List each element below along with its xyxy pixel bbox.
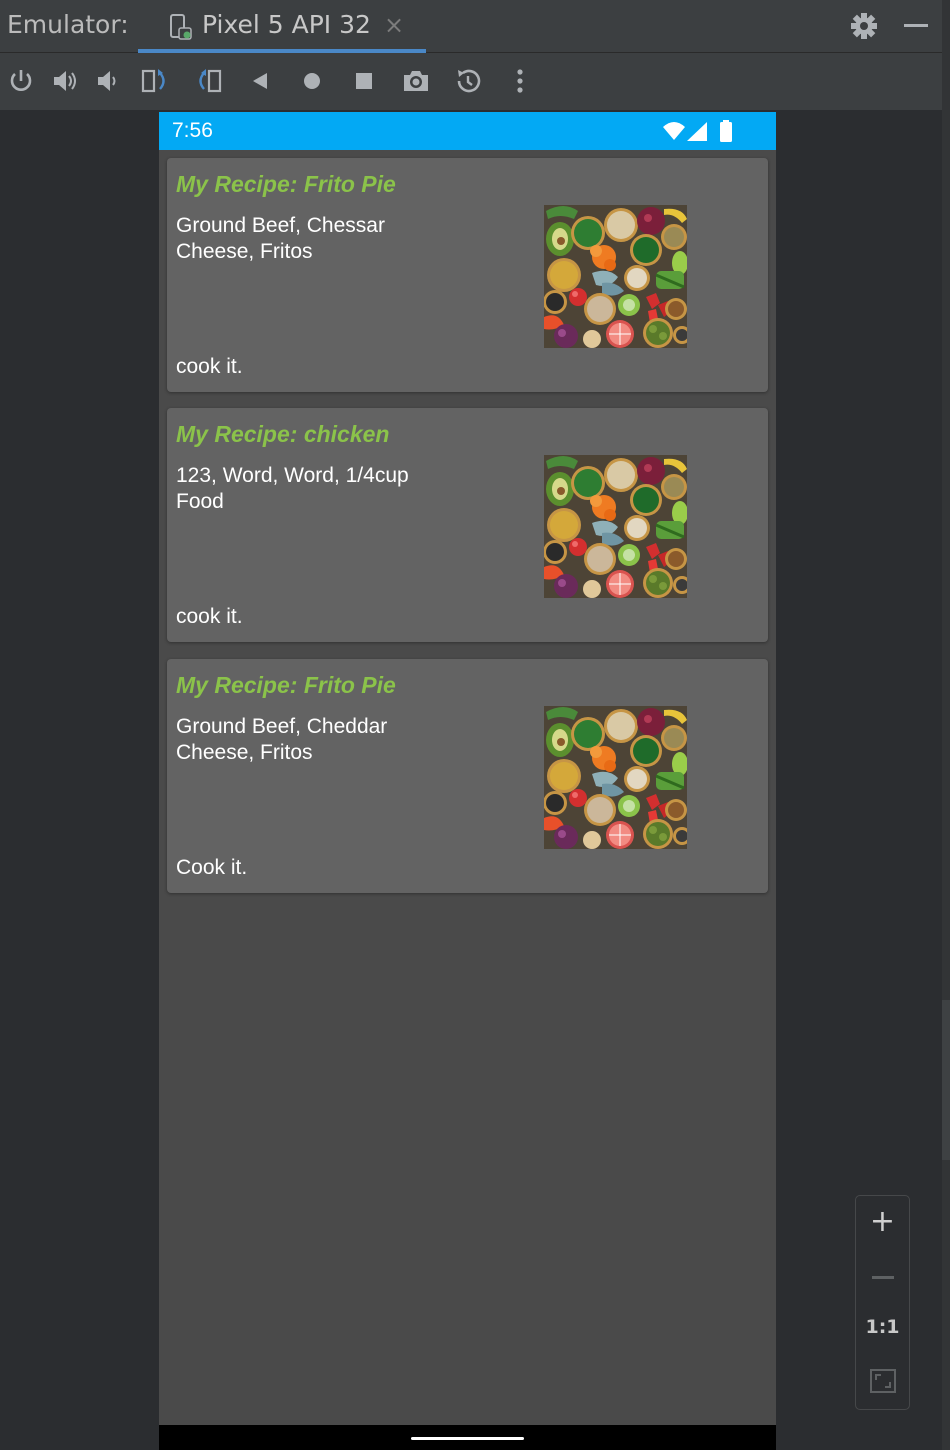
device-icon bbox=[168, 13, 192, 45]
emulator-title-bar: Emulator: Pixel 5 API 32 × bbox=[0, 0, 942, 53]
rotate-left-icon[interactable] bbox=[141, 67, 169, 95]
zoom-fit-icon[interactable] bbox=[870, 1369, 896, 1397]
recipe-title: My Recipe: Frito Pie bbox=[176, 672, 396, 698]
power-icon[interactable] bbox=[7, 67, 35, 95]
gear-icon[interactable] bbox=[850, 12, 878, 44]
zoom-controls: + 1:1 bbox=[855, 1195, 910, 1410]
tab-pixel-5[interactable]: Pixel 5 API 32 × bbox=[138, 0, 426, 53]
tab-label: Pixel 5 API 32 bbox=[202, 10, 371, 39]
recipe-ingredients: Ground Beef, Cheddar Cheese, Fritos bbox=[176, 715, 388, 764]
snapshot-icon[interactable] bbox=[453, 67, 481, 95]
overview-icon[interactable] bbox=[350, 67, 378, 95]
volume-up-icon[interactable] bbox=[51, 67, 79, 95]
zoom-actual-size-button[interactable]: 1:1 bbox=[856, 1316, 909, 1338]
rotate-right-icon[interactable] bbox=[193, 67, 222, 95]
scrollbar-thumb[interactable] bbox=[942, 1000, 950, 1160]
zoom-in-button[interactable]: + bbox=[856, 1204, 909, 1239]
recipe-title: My Recipe: Frito Pie bbox=[176, 171, 396, 197]
recipe-card[interactable]: My Recipe: chicken 123, Word, Word, 1/4c… bbox=[167, 408, 768, 642]
recipe-image bbox=[544, 455, 687, 598]
recipe-card[interactable]: My Recipe: Frito Pie Ground Beef, Chedda… bbox=[167, 659, 768, 893]
device-screen[interactable]: 7:56 My Recipe: Frito Pie Ground Beef, C… bbox=[159, 112, 776, 1450]
recipe-instructions: cook it. bbox=[176, 355, 243, 378]
close-tab-icon[interactable]: × bbox=[384, 11, 404, 39]
status-bar: 7:56 bbox=[159, 112, 776, 150]
recipe-ingredients: Ground Beef, Chessar Cheese, Fritos bbox=[176, 214, 385, 263]
recipe-image bbox=[544, 205, 687, 348]
recipe-card[interactable]: My Recipe: Frito Pie Ground Beef, Chessa… bbox=[167, 158, 768, 392]
zoom-out-button[interactable] bbox=[872, 1276, 894, 1279]
battery-icon bbox=[719, 120, 733, 146]
recipe-instructions: Cook it. bbox=[176, 856, 248, 879]
recipe-instructions: cook it. bbox=[176, 605, 243, 628]
back-icon[interactable] bbox=[247, 67, 275, 95]
navigation-bar bbox=[159, 1425, 776, 1450]
scrollbar-track[interactable] bbox=[942, 0, 950, 1450]
gesture-handle[interactable] bbox=[411, 1437, 524, 1440]
volume-down-icon[interactable] bbox=[95, 67, 123, 95]
emulator-toolbar bbox=[0, 53, 942, 110]
minimize-icon[interactable] bbox=[904, 24, 928, 27]
wifi-icon bbox=[663, 121, 685, 145]
recipe-image bbox=[544, 706, 687, 849]
recipe-ingredients: 123, Word, Word, 1/4cup Food bbox=[176, 464, 409, 513]
home-icon[interactable] bbox=[298, 67, 326, 95]
recipe-title: My Recipe: chicken bbox=[176, 421, 390, 447]
panel-title: Emulator: bbox=[7, 10, 129, 39]
status-time: 7:56 bbox=[172, 119, 213, 142]
more-icon[interactable] bbox=[506, 67, 534, 95]
signal-icon bbox=[687, 122, 707, 145]
screenshot-icon[interactable] bbox=[401, 67, 429, 95]
